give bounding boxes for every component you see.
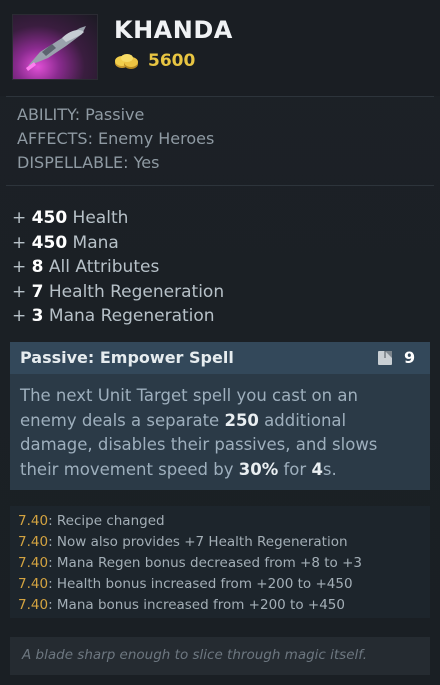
ability-header: Passive: Empower Spell 9 xyxy=(10,342,430,374)
item-cost: 5600 xyxy=(148,51,196,71)
item-tooltip: KHANDA 5600 ABILITY: Passive AFFECTS: En… xyxy=(0,0,440,685)
lore-box: A blade sharp enough to slice through ma… xyxy=(10,637,430,675)
ability-panel: Passive: Empower Spell 9 The next Unit T… xyxy=(10,342,430,490)
item-stats: + 450 Health + 450 Mana + 8 All Attribut… xyxy=(12,206,224,329)
stat-health-regen: + 7 Health Regeneration xyxy=(12,281,225,302)
ability-title: Passive: Empower Spell xyxy=(20,348,234,367)
ability-affects: AFFECTS: Enemy Heroes xyxy=(17,129,215,148)
lore-text: A blade sharp enough to slice through ma… xyxy=(22,647,368,663)
patch-note: 7.40: Mana Regen bonus decreased from +8… xyxy=(18,555,362,571)
patch-notes: 7.40: Recipe changed 7.40: Now also prov… xyxy=(10,506,430,618)
patch-note: 7.40: Recipe changed xyxy=(18,513,165,529)
stat-all-attributes: + 8 All Attributes xyxy=(12,257,160,277)
patch-note: 7.40: Mana bonus increased from +200 to … xyxy=(18,597,345,613)
ability-dispellable: DISPELLABLE: Yes xyxy=(17,153,160,172)
gold-coins-icon xyxy=(115,54,138,69)
item-name: KHANDA xyxy=(114,16,233,44)
stat-mana: + 450 Mana xyxy=(12,232,119,253)
item-header: KHANDA 5600 xyxy=(0,0,440,96)
cooldown-icon xyxy=(378,351,392,365)
stat-health: + 450 Health xyxy=(12,208,129,228)
header-divider xyxy=(6,96,434,97)
ability-damage: 250 xyxy=(224,410,259,430)
ability-meta: ABILITY: Passive AFFECTS: Enemy Heroes D… xyxy=(17,103,214,175)
cooldown-value: 9 xyxy=(404,348,416,367)
blade-icon xyxy=(26,26,86,71)
meta-divider xyxy=(6,185,434,186)
item-cost-row: 5600 xyxy=(114,50,195,72)
ability-duration: 4 xyxy=(311,459,323,479)
ability-description: The next Unit Target spell you cast on a… xyxy=(20,386,378,479)
ability-type: ABILITY: Passive xyxy=(17,105,145,124)
patch-note: 7.40: Now also provides +7 Health Regene… xyxy=(18,534,348,550)
khanda-item-icon xyxy=(12,14,98,80)
patch-note: 7.40: Health bonus increased from +200 t… xyxy=(18,576,353,592)
stat-mana-regen: + 3 Mana Regeneration xyxy=(12,306,215,326)
ability-slow: 30% xyxy=(238,459,279,479)
